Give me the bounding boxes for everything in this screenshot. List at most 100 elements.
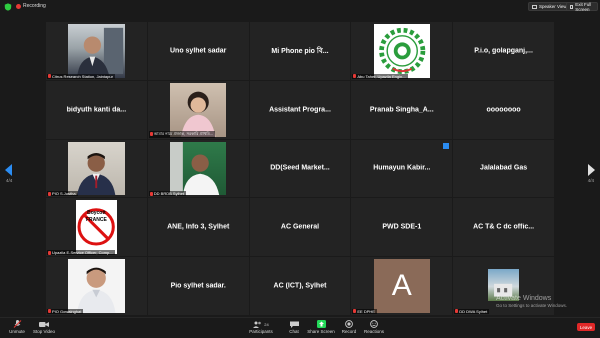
participant-name: bidyuth kanti da... xyxy=(66,106,127,114)
exit-fullscreen-icon xyxy=(570,4,574,9)
participant-name: PWD SDE-1 xyxy=(382,223,422,231)
participant-tile[interactable]: PWD SDE-1 xyxy=(351,198,453,257)
boycott-sign-top: Boycott xyxy=(87,210,106,217)
muted-mic-icon xyxy=(455,309,459,314)
record-icon xyxy=(345,320,353,328)
participant-tile[interactable]: DD(Seed Market... xyxy=(249,139,351,198)
participant-tile[interactable]: Abu Taher, Upazila Engin... xyxy=(351,22,453,80)
caption-text: PIO S.Justha xyxy=(52,191,76,197)
muted-microphone-icon xyxy=(13,320,22,328)
participant-avatar: A xyxy=(373,259,431,313)
participant-tile[interactable]: Citrus Research Station, Jaintapur xyxy=(46,22,147,80)
participant-name: Pranab Singha_A... xyxy=(369,106,434,114)
participant-name: Jalalabad Gas xyxy=(480,164,528,172)
muted-mic-icon xyxy=(149,132,153,137)
participant-tile[interactable]: AC (ICT), Sylhet xyxy=(249,257,351,315)
participant-video xyxy=(373,24,431,78)
exit-fullscreen-button[interactable]: Exit Full Screen xyxy=(566,1,598,12)
video-camera-icon xyxy=(39,320,49,328)
participant-tile[interactable]: bidyuth kanti da... xyxy=(46,80,147,139)
muted-mic-icon xyxy=(149,191,153,196)
participant-tile[interactable]: oooooooo xyxy=(453,80,554,139)
participant-name: P.i.o, golapganj,... xyxy=(474,47,533,55)
recording-label: Recording xyxy=(23,3,46,9)
participant-caption: DD DWA Sylhet xyxy=(454,308,490,314)
participant-tile[interactable]: Assistant Progra... xyxy=(249,80,351,139)
muted-mic-icon xyxy=(48,250,51,255)
participant-caption: DD BRDB Sylhet xyxy=(148,191,187,197)
participant-name: AC (ICT), Sylhet xyxy=(273,282,327,290)
participant-name: AC T& C dc offic... xyxy=(473,223,535,231)
participant-tile[interactable]: Pio sylhet sadar. xyxy=(147,257,249,315)
participant-name: ANE, Info 3, Sylhet xyxy=(167,223,230,231)
participants-icon: 24 xyxy=(253,320,269,328)
participant-tile[interactable]: Pranab Singha_A... xyxy=(351,80,453,139)
participant-name: DD(Seed Market... xyxy=(270,164,330,172)
participant-video: Boycott FRANCE xyxy=(76,200,117,255)
participant-tile[interactable]: P.i.o, golapganj,... xyxy=(453,22,554,80)
next-page-arrow-icon[interactable] xyxy=(588,164,595,176)
participant-name: Pio sylhet sadar. xyxy=(170,282,226,290)
previous-page-arrow-icon[interactable] xyxy=(5,164,12,176)
caption-text: EE DPHE xyxy=(357,308,375,314)
participants-label: Participants xyxy=(249,329,273,334)
speaker-view-button[interactable]: Speaker View xyxy=(528,2,571,11)
stop-video-button[interactable]: Stop Video xyxy=(27,320,61,337)
participant-name: Uno sylhet sadar xyxy=(169,47,227,55)
recording-dot-icon xyxy=(16,3,21,9)
participant-tile[interactable]: DD BRDB Sylhet xyxy=(147,139,249,198)
participant-tile[interactable]: A EE DPHE xyxy=(351,257,453,315)
participant-silhouette-icon xyxy=(77,267,116,313)
participant-video xyxy=(169,141,227,196)
share-screen-icon xyxy=(316,320,326,328)
security-shield-icon[interactable] xyxy=(4,3,12,11)
reactions-button[interactable]: Reactions xyxy=(357,320,391,337)
share-screen-label: Share Screen xyxy=(307,329,335,334)
participants-count: 24 xyxy=(264,321,269,327)
record-label: Record xyxy=(341,329,357,334)
participant-caption: Citrus Research Station, Jaintapur xyxy=(47,73,115,79)
reactions-smiley-icon xyxy=(370,320,378,328)
participant-silhouette-icon xyxy=(77,27,124,78)
participant-tile[interactable]: Jalalabad Gas xyxy=(453,139,554,198)
participant-caption: আমার নামে প্রজান্ত, সরকারি প্রাথমি... xyxy=(148,130,216,138)
caption-text: DD DWA Sylhet xyxy=(459,308,488,314)
caption-text: Abu Taher, Upazila Engin... xyxy=(357,73,406,79)
participant-caption: EE DPHE xyxy=(352,308,377,314)
participants-button[interactable]: 24 Participants xyxy=(244,320,278,337)
participant-tile[interactable]: PIO S.Justha xyxy=(46,139,147,198)
participant-tile[interactable]: Uno sylhet sadar xyxy=(147,22,249,80)
participant-tile[interactable]: AC T& C dc offic... xyxy=(453,198,554,257)
participant-silhouette-icon xyxy=(77,152,116,196)
participant-caption: Upazila E-Service Officer, Comp... xyxy=(47,250,115,256)
exit-fullscreen-label: Exit Full Screen xyxy=(575,1,592,12)
unmute-label: Unmute xyxy=(9,329,25,334)
muted-mic-icon xyxy=(353,309,357,314)
participant-tile[interactable]: AC General xyxy=(249,198,351,257)
caption-text: DD BRDB Sylhet xyxy=(153,191,185,197)
participant-caption: PIO Gowainghat xyxy=(47,308,84,314)
speaker-view-icon xyxy=(532,4,537,9)
participant-tile[interactable]: Mi Phone pio বি... xyxy=(249,22,351,80)
participant-tile[interactable]: PIO Gowainghat xyxy=(46,257,147,315)
page-indicator-left: 4/4 xyxy=(6,178,13,183)
participant-video xyxy=(169,82,227,137)
gear-logo-icon xyxy=(378,27,425,74)
muted-mic-icon xyxy=(48,309,51,314)
speaker-view-label: Speaker View xyxy=(539,4,567,9)
participant-name: Assistant Progra... xyxy=(269,106,331,114)
active-speaker-indicator-icon xyxy=(443,142,450,149)
participant-tile[interactable]: Boycott FRANCE Upazila E-Service Officer… xyxy=(46,198,147,257)
participant-tile[interactable]: ANE, Info 3, Sylhet xyxy=(147,198,249,257)
page-indicator-right: 4/4 xyxy=(587,178,594,183)
chat-bubble-icon xyxy=(289,320,299,328)
top-bar: Recording Speaker View Exit Full Screen xyxy=(0,0,600,14)
caption-text: PIO Gowainghat xyxy=(52,308,82,314)
participant-tile[interactable]: আমার নামে প্রজান্ত, সরকারি প্রাথমি... xyxy=(147,80,249,139)
muted-mic-icon xyxy=(48,191,51,196)
stop-video-label: Stop Video xyxy=(33,329,55,334)
avatar-letter: A xyxy=(391,269,412,303)
participant-name: Mi Phone pio বি... xyxy=(271,47,329,55)
leave-button[interactable]: Leave xyxy=(577,323,595,331)
participant-tile[interactable]: Humayun Kabir... xyxy=(351,139,453,198)
